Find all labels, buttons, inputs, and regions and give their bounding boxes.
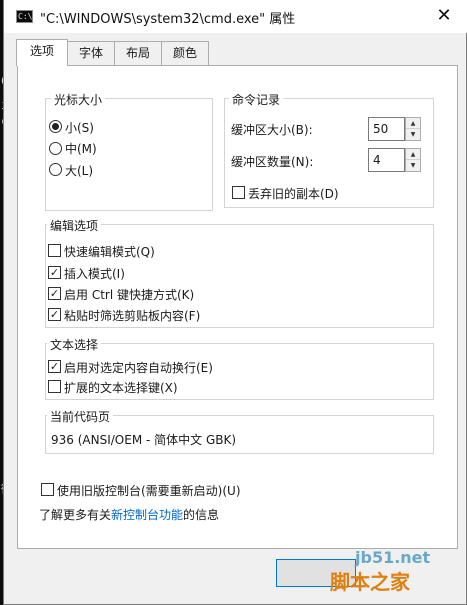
- buffer-count-label: 缓冲区数量(N):: [231, 155, 314, 169]
- legacy-console-checkbox[interactable]: [41, 483, 54, 496]
- tab-colors[interactable]: 颜色: [161, 41, 209, 65]
- spin-down-icon[interactable]: ▼: [406, 160, 420, 171]
- buffer-size-input[interactable]: 50: [368, 117, 405, 141]
- code-page-title: 当前代码页: [47, 408, 114, 425]
- cursor-large-label[interactable]: 大(L): [65, 162, 93, 179]
- extended-keys-checkbox[interactable]: [48, 380, 61, 393]
- tab-layout[interactable]: 布局: [114, 41, 162, 65]
- tab-options[interactable]: 选项: [16, 39, 68, 66]
- cmd-app-icon: C:\: [16, 10, 33, 23]
- properties-dialog: C:\ "C:\WINDOWS\system32\cmd.exe" 属性 ✕ 选…: [3, 0, 467, 605]
- checkmark-icon: ✓: [49, 360, 60, 373]
- new-console-features-link[interactable]: 新控制台功能: [111, 508, 183, 522]
- code-page-value: 936 (ANSI/OEM - 简体中文 GBK): [51, 433, 237, 447]
- legacy-console-label[interactable]: 使用旧版控制台(需要重新启动)(U): [57, 482, 241, 499]
- title-bar[interactable]: C:\ "C:\WINDOWS\system32\cmd.exe" 属性 ✕: [4, 0, 467, 33]
- close-icon: ✕: [436, 5, 452, 26]
- spin-up-icon[interactable]: ▲: [406, 149, 420, 160]
- cursor-medium-radio[interactable]: [49, 142, 62, 155]
- insert-mode-label[interactable]: 插入模式(I): [64, 265, 125, 282]
- insert-mode-checkbox[interactable]: ✓: [48, 266, 61, 279]
- tab-font[interactable]: 字体: [67, 41, 115, 65]
- buffer-count-input[interactable]: 4: [368, 148, 405, 172]
- watermark-domain: jb51.net: [355, 548, 431, 567]
- cursor-size-title: 光标大小: [51, 91, 106, 108]
- learn-more-suffix: 的信息: [183, 508, 220, 522]
- window-title: "C:\WINDOWS\system32\cmd.exe" 属性: [40, 12, 296, 27]
- text-selection-title: 文本选择: [47, 336, 102, 353]
- ctrl-shortcuts-checkbox[interactable]: ✓: [48, 287, 61, 300]
- checkmark-icon: ✓: [49, 266, 60, 279]
- checkmark-icon: ✓: [49, 308, 60, 321]
- discard-old-label[interactable]: 丢弃旧的副本(D): [248, 185, 339, 202]
- quick-edit-checkbox[interactable]: [48, 244, 61, 257]
- command-history-title: 命令记录: [229, 91, 284, 108]
- extended-keys-label[interactable]: 扩展的文本选择键(X): [64, 379, 178, 396]
- buffer-count-spinner[interactable]: ▲ ▼: [405, 148, 421, 172]
- cursor-small-radio[interactable]: [49, 120, 62, 133]
- buffer-size-label: 缓冲区大小(B):: [231, 123, 313, 137]
- cursor-medium-label[interactable]: 中(M): [65, 140, 97, 157]
- discard-old-checkbox[interactable]: [232, 186, 245, 199]
- options-tab-panel: 光标大小 小(S) 中(M) 大(L) 命令记录 缓冲区大小(B): 50 ▲ …: [17, 65, 458, 549]
- learn-more-prefix: 了解更多有关: [39, 508, 112, 522]
- quick-edit-label[interactable]: 快速编辑模式(Q): [64, 243, 155, 260]
- filter-paste-checkbox[interactable]: ✓: [48, 308, 61, 321]
- buffer-size-spinner[interactable]: ▲ ▼: [405, 117, 421, 141]
- cursor-small-label[interactable]: 小(S): [65, 119, 94, 136]
- spin-down-icon[interactable]: ▼: [406, 129, 420, 140]
- auto-wrap-checkbox[interactable]: ✓: [48, 360, 61, 373]
- ctrl-shortcuts-label[interactable]: 启用 Ctrl 键快捷方式(K): [64, 286, 194, 303]
- cursor-large-radio[interactable]: [49, 163, 62, 176]
- auto-wrap-label[interactable]: 启用对选定内容自动换行(E): [64, 359, 213, 376]
- close-button[interactable]: ✕: [424, 2, 464, 30]
- learn-more-text: 了解更多有关新控制台功能的信息: [39, 506, 219, 523]
- edit-options-title: 编辑选项: [47, 217, 102, 234]
- watermark-logo: 脚本之家: [330, 570, 410, 594]
- filter-paste-label[interactable]: 粘贴时筛选剪贴板内容(F): [64, 307, 200, 324]
- checkmark-icon: ✓: [49, 287, 60, 300]
- spin-up-icon[interactable]: ▲: [406, 118, 420, 129]
